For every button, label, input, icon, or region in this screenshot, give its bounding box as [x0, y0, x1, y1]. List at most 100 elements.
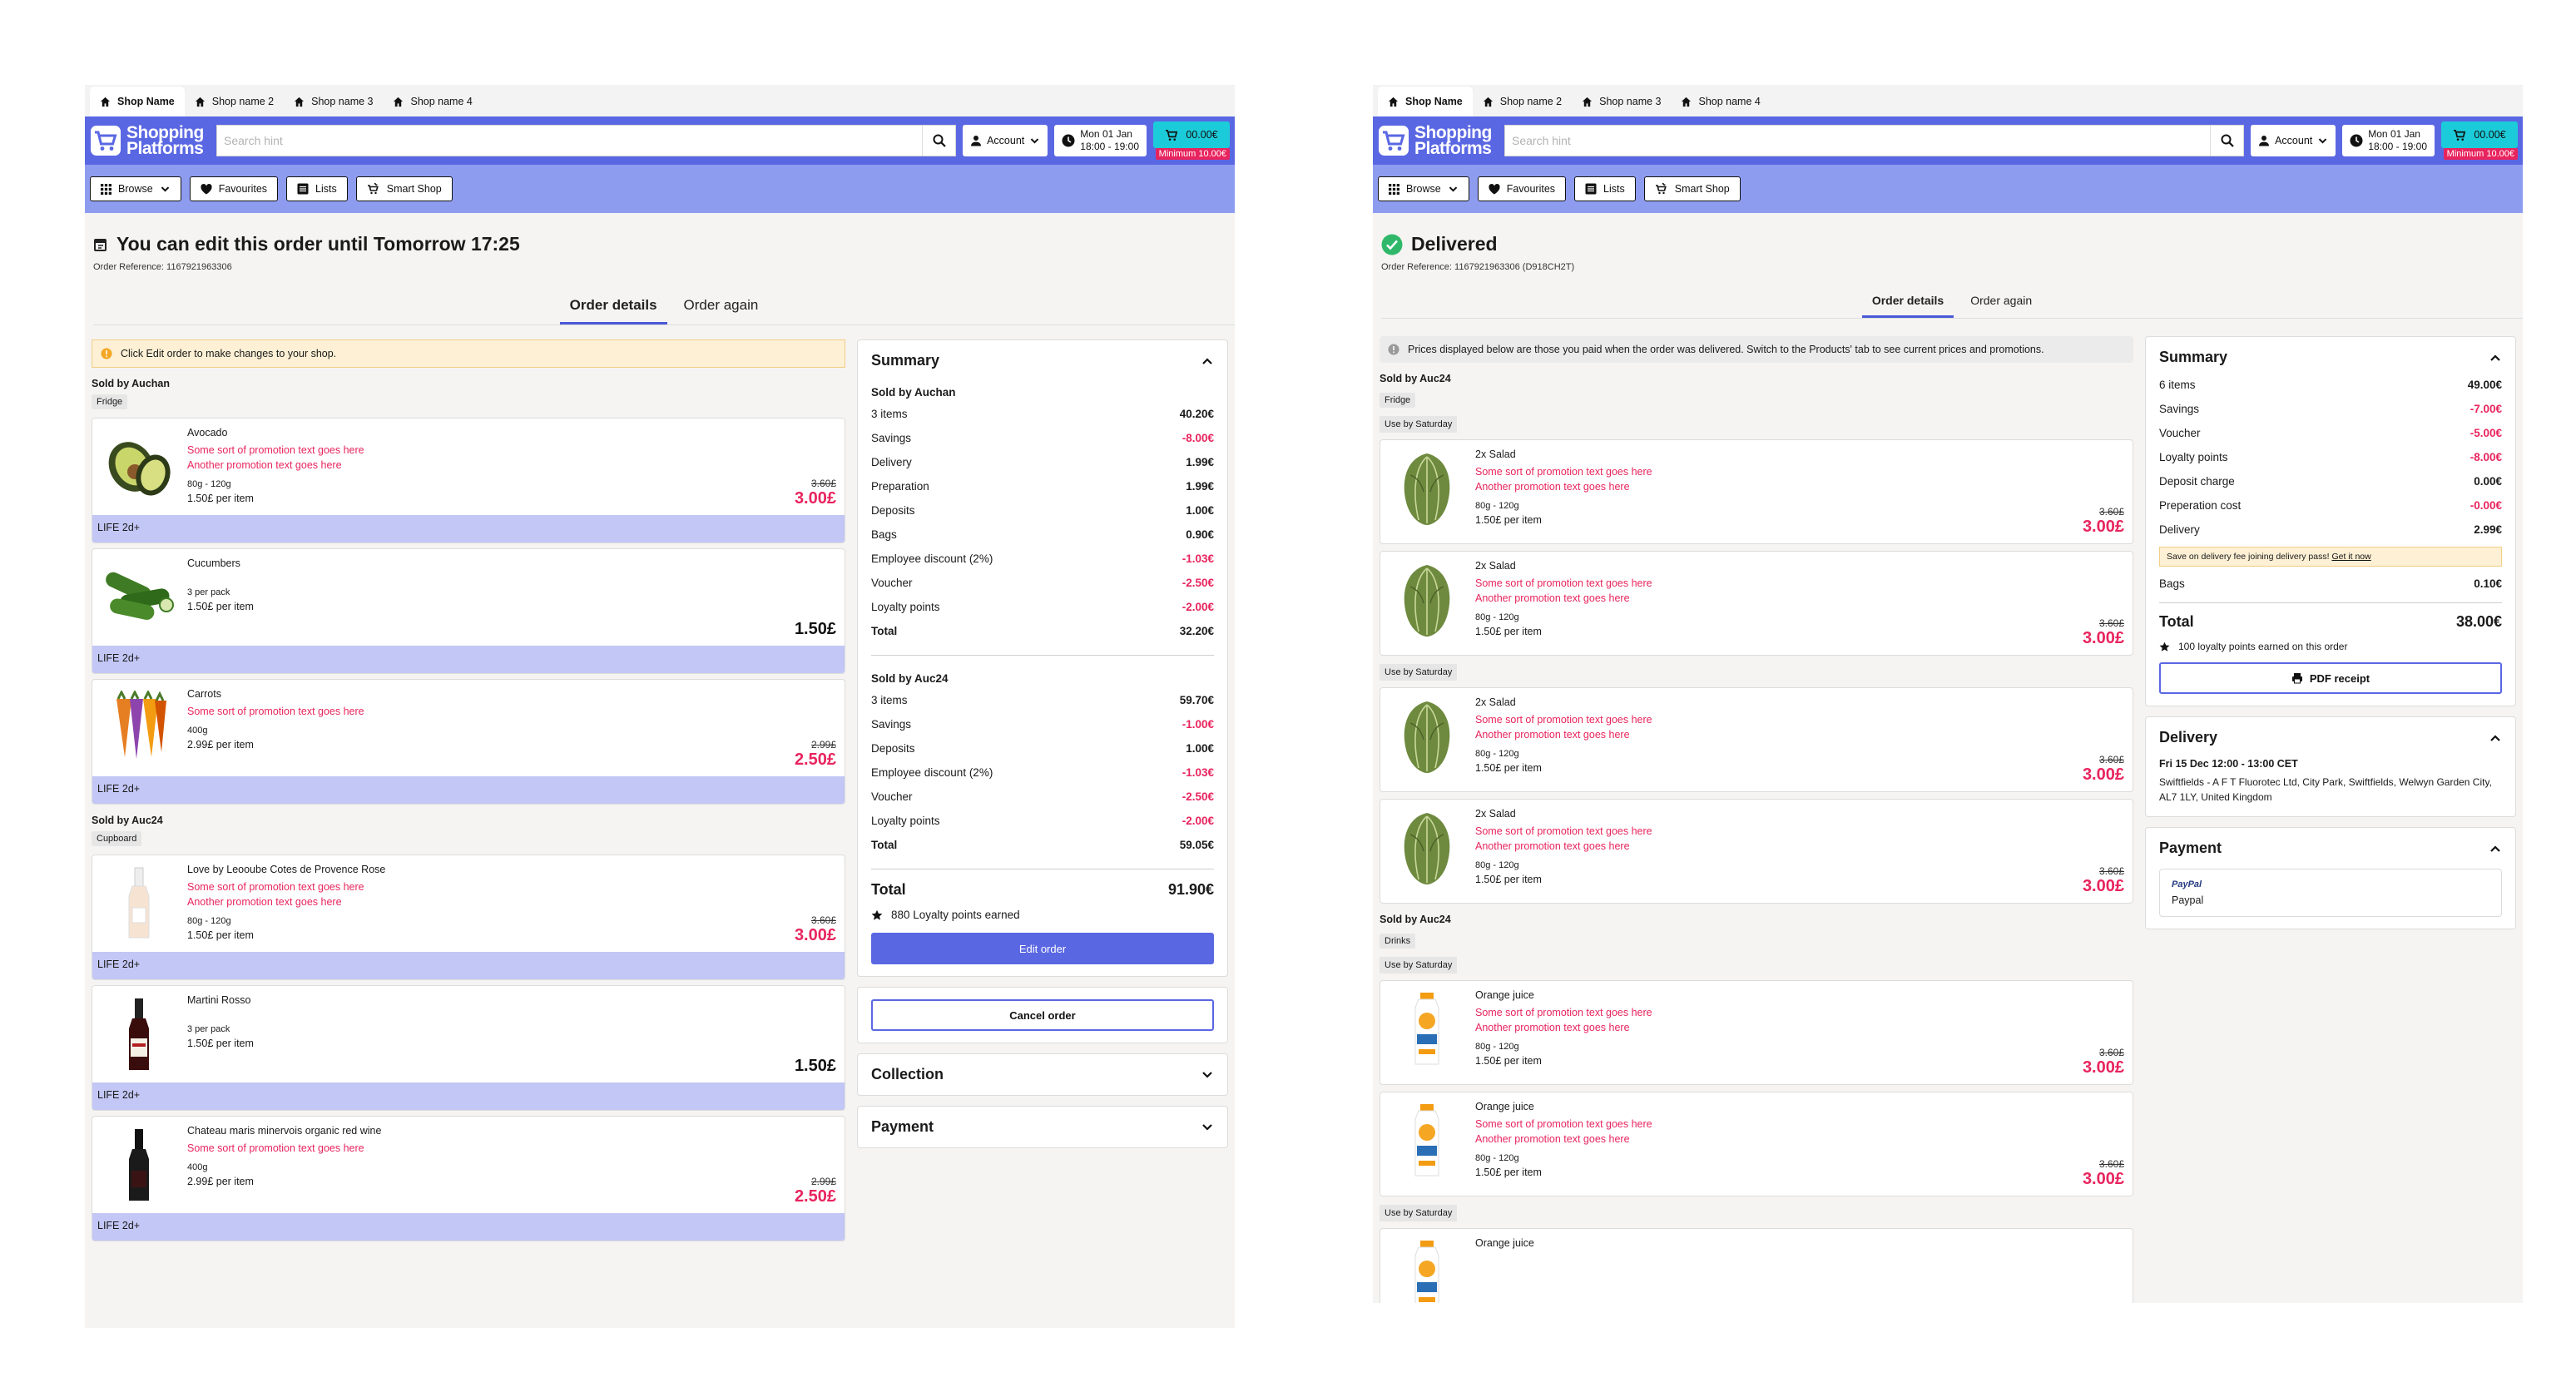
nav-lists-button[interactable]: Lists	[286, 176, 348, 201]
product-card[interactable]: Orange juice Some sort of promotion text …	[1380, 1092, 2133, 1196]
product-card[interactable]: Love by Leooube Cotes de Provence Rose So…	[92, 855, 845, 980]
home-icon	[393, 97, 404, 107]
summary-header[interactable]: Summary	[2159, 349, 2502, 366]
summary-title: Summary	[2159, 349, 2228, 365]
chevron-up-icon[interactable]	[2489, 351, 2502, 364]
shop-tab[interactable]: Shop Name	[90, 87, 185, 116]
summary-label: Savings	[871, 432, 912, 444]
brand-logo[interactable]: Shopping Platforms	[1378, 124, 1498, 157]
price-box: 3.60£ 3.00£	[2083, 1047, 2124, 1077]
home-icon	[1483, 97, 1494, 107]
payment-header[interactable]: Payment	[2159, 840, 2502, 857]
tab-order-again[interactable]: Order again	[1960, 287, 2042, 318]
chevron-down-icon[interactable]	[1201, 1068, 1214, 1082]
shop-tab-label: Shop name 2	[211, 96, 275, 107]
product-card[interactable]: Orange juice Some sort of promotion text …	[1380, 980, 2133, 1085]
product-card[interactable]: 2x Salad Some sort of promotion text goes…	[1380, 439, 2133, 544]
shop-tab[interactable]: Shop name 4	[383, 87, 482, 116]
chevron-up-icon[interactable]	[2489, 842, 2502, 855]
product-card[interactable]: Martini Rosso 3 per pack 1.50£ per item 1.5…	[92, 985, 845, 1111]
edit-order-button[interactable]: Edit order	[871, 933, 1214, 964]
category-tag: Fridge	[92, 394, 128, 409]
delivery-slot-button[interactable]: Mon 01 Jan 18:00 - 19:00	[2342, 125, 2435, 156]
nav-browse-button[interactable]: Browse	[90, 176, 181, 201]
heart-icon	[1489, 183, 1500, 195]
tab-order-again[interactable]: Order again	[674, 290, 769, 324]
payment-header[interactable]: Payment	[871, 1118, 1214, 1136]
search-button[interactable]	[922, 126, 955, 156]
search-input[interactable]: Search hint	[1504, 125, 2245, 156]
product-card[interactable]: Cucumbers 3 per pack 1.50£ per item 1.50£ LI…	[92, 548, 845, 674]
nav-favourites-button[interactable]: Favourites	[1477, 176, 1567, 201]
shop-tab[interactable]: Shop name 2	[1473, 87, 1572, 116]
shelf-life-bar: LIFE 2d+	[92, 1213, 845, 1241]
cart-button[interactable]: 00.00€ Minimum 10.00€	[2441, 121, 2518, 160]
product-image	[101, 690, 177, 766]
chevron-down-icon[interactable]	[1201, 1121, 1214, 1134]
promotion-text: Another promotion text goes here	[1475, 1133, 1630, 1145]
account-button[interactable]: Account	[2251, 125, 2336, 156]
nav-smart-shop-button[interactable]: Smart Shop	[355, 176, 453, 201]
product-image	[101, 865, 177, 942]
nav-label: Smart Shop	[1674, 183, 1730, 195]
tab-order-details[interactable]: Order details	[1861, 287, 1954, 318]
category-tag: Cupboard	[92, 831, 142, 846]
product-weight: 80g - 120g	[187, 479, 231, 489]
get-it-now-link[interactable]: Get it now	[2331, 552, 2370, 562]
summary-header[interactable]: Summary	[871, 352, 1214, 369]
page-title-text: You can edit this order until Tomorrow 1…	[116, 233, 520, 255]
summary-value: 40.20€	[1179, 408, 1214, 420]
product-card[interactable]: 2x Salad Some sort of promotion text goes…	[1380, 799, 2133, 904]
nav-smart-shop-button[interactable]: Smart Shop	[1643, 176, 1741, 201]
nav-favourites-button[interactable]: Favourites	[189, 176, 279, 201]
edit-order-screen: Shop Name Shop name 2 Shop name 3 Shop name…	[85, 85, 1235, 1328]
grand-total-label: Total	[2159, 613, 2194, 630]
summary-row: Total 59.05€	[871, 833, 1214, 857]
product-row: 2x Salad Some sort of promotion text goes…	[1380, 440, 2133, 543]
sale-price: 3.00£	[2082, 1170, 2124, 1188]
order-items: Click Edit order to make changes to your…	[92, 339, 845, 1241]
shop-tab[interactable]: Shop name 4	[1671, 87, 1770, 116]
loyalty-earned: 880 Loyalty points earned	[871, 909, 1214, 921]
home-icon	[195, 97, 206, 107]
payment-method[interactable]: PayPal Paypal	[2159, 869, 2502, 917]
bags-value: 0.10€	[2474, 577, 2502, 590]
product-card[interactable]: Avocado Some sort of promotion text goes …	[92, 418, 845, 543]
shelf-life-bar: LIFE 2d+	[92, 646, 845, 673]
delivery-slot-button[interactable]: Mon 01 Jan 18:00 - 19:00	[1054, 125, 1147, 156]
pdf-receipt-button[interactable]: PDF receipt	[2159, 662, 2502, 694]
chevron-up-icon[interactable]	[2489, 731, 2502, 745]
search-button[interactable]	[2210, 126, 2243, 156]
product-card[interactable]: Orange juice	[1380, 1228, 2133, 1303]
shop-tab[interactable]: Shop Name	[1378, 87, 1473, 116]
delivery-header[interactable]: Delivery	[2159, 729, 2502, 746]
shop-tab[interactable]: Shop name 2	[185, 87, 284, 116]
cancel-order-button[interactable]: Cancel order	[871, 999, 1214, 1031]
account-button[interactable]: Account	[963, 125, 1048, 156]
summary-label: Savings	[2159, 403, 2200, 415]
collection-header[interactable]: Collection	[871, 1066, 1214, 1083]
cart-button[interactable]: 00.00€ Minimum 10.00€	[1153, 121, 1230, 160]
product-card[interactable]: Carrots Some sort of promotion text goes …	[92, 679, 845, 805]
payment-title: Payment	[2159, 840, 2222, 856]
unit-price: 1.50£ per item	[187, 493, 254, 504]
chevron-up-icon[interactable]	[1201, 354, 1214, 368]
nav-lists-button[interactable]: Lists	[1574, 176, 1636, 201]
unit-price: 1.50£ per item	[187, 929, 254, 941]
product-card[interactable]: 2x Salad Some sort of promotion text goes…	[1380, 551, 2133, 656]
search-input[interactable]: Search hint	[216, 125, 957, 156]
summary-seller: Sold by Auchan	[871, 386, 956, 399]
summary-value: -2.50€	[1181, 577, 1214, 589]
nav-browse-button[interactable]: Browse	[1378, 176, 1469, 201]
product-card[interactable]: Chateau maris minervois organic red wine…	[92, 1116, 845, 1241]
price-box: 3.60£ 3.00£	[2083, 1158, 2124, 1189]
product-card[interactable]: 2x Salad Some sort of promotion text goes…	[1380, 687, 2133, 792]
product-row: Avocado Some sort of promotion text goes …	[92, 419, 845, 515]
sub-nav: Browse Favourites Lists Smart Shop	[1373, 165, 2523, 213]
brand-logo[interactable]: Shopping Platforms	[90, 124, 210, 158]
shop-tab[interactable]: Shop name 3	[1572, 87, 1671, 116]
tab-order-details[interactable]: Order details	[559, 290, 667, 324]
product-info: Love by Leooube Cotes de Provence Rose So…	[187, 864, 836, 947]
brand-line2: Platforms	[126, 139, 204, 158]
shop-tab[interactable]: Shop name 3	[284, 87, 383, 116]
